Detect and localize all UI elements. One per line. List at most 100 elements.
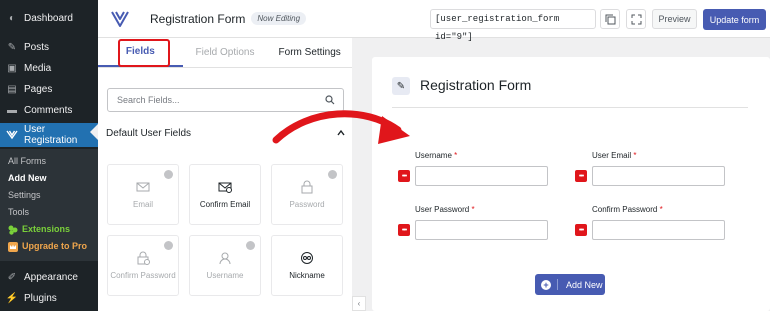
drag-handle-icon[interactable]: •••: [398, 224, 410, 236]
user-icon: [219, 252, 231, 265]
now-editing-badge: Now Editing: [251, 12, 307, 25]
plug-icon: ⚡: [5, 293, 19, 304]
button-separator: [557, 279, 558, 290]
extensions-icon: [8, 225, 18, 235]
sidebar-item-user-registration[interactable]: User Registration: [0, 123, 98, 147]
builder-topbar: Registration Form Now Editing [user_regi…: [98, 0, 770, 42]
wp-admin-sidebar: ◐ Dashboard ✎ Posts ▣ Media ▤ Pages ▬ Co…: [0, 0, 98, 311]
media-icon: ▣: [7, 63, 17, 74]
field-card-email[interactable]: Email: [107, 164, 179, 225]
field-card-label: Username: [206, 271, 244, 280]
sidebar-item-label: Posts: [24, 42, 50, 53]
fields-panel: Fields Field Options Form Settings Searc…: [98, 38, 352, 311]
page-icon: ▤: [7, 84, 17, 95]
submenu-settings[interactable]: Settings: [0, 187, 98, 204]
sidebar-item-label: Pages: [24, 84, 53, 95]
field-label: User Email *: [592, 151, 637, 160]
tab-form-settings[interactable]: Form Settings: [267, 38, 352, 67]
form-title: Registration Form: [150, 11, 246, 26]
lock-badge-icon: [164, 170, 173, 179]
dashboard-icon: ◐: [8, 13, 16, 24]
field-card-label: Password: [289, 200, 325, 209]
sidebar-item-label: User Registration: [24, 124, 78, 146]
lock-badge-icon: [246, 241, 255, 250]
lock-icon: [301, 180, 313, 194]
envelope-icon: [136, 182, 150, 192]
submenu-all-forms[interactable]: All Forms: [0, 153, 98, 170]
field-card-nickname[interactable]: Nickname: [271, 235, 343, 296]
submenu-tools[interactable]: Tools: [0, 204, 98, 221]
confirm-password-input[interactable]: [592, 220, 725, 240]
field-label: User Password *: [415, 205, 475, 214]
form-field-user-email[interactable]: User Email * •••: [575, 151, 725, 186]
form-field-confirm-password[interactable]: Confirm Password * •••: [575, 205, 725, 240]
field-label: Username *: [415, 151, 458, 160]
sidebar-item-appearance[interactable]: ✐ Appearance: [0, 267, 98, 288]
submenu-label: Extensions: [22, 224, 71, 234]
sidebar-item-label: Dashboard: [24, 13, 73, 24]
field-card-label: Email: [132, 200, 153, 209]
lock-check-icon: [137, 251, 150, 265]
sidebar-item-plugins[interactable]: ⚡ Plugins: [0, 288, 98, 309]
user-password-input[interactable]: [415, 220, 548, 240]
field-card-username[interactable]: Username: [189, 235, 261, 296]
field-card-confirm-email[interactable]: Confirm Email: [189, 164, 261, 225]
lock-badge-icon: [328, 170, 337, 179]
field-card-label: Confirm Password: [110, 271, 176, 280]
sidebar-item-media[interactable]: ▣ Media: [0, 58, 98, 79]
drag-handle-icon[interactable]: •••: [398, 170, 410, 182]
sidebar-item-comments[interactable]: ▬ Comments: [0, 100, 98, 121]
user-registration-icon: [6, 129, 18, 141]
fullscreen-button[interactable]: [626, 9, 646, 29]
sidebar-item-label: Media: [24, 63, 52, 74]
submenu-add-new[interactable]: Add New: [0, 170, 98, 187]
drag-handle-icon[interactable]: •••: [575, 224, 587, 236]
sidebar-item-label: Plugins: [24, 293, 57, 304]
tab-fields[interactable]: Fields: [98, 38, 183, 67]
lock-badge-icon: [164, 241, 173, 250]
user-email-input[interactable]: [592, 166, 725, 186]
shortcode-field[interactable]: [user_registration_form id="9"]: [430, 9, 596, 42]
form-field-user-password[interactable]: User Password * •••: [398, 205, 548, 240]
field-card-label: Confirm Email: [199, 200, 251, 209]
pencil-icon: ✎: [396, 80, 406, 92]
drag-handle-icon[interactable]: •••: [575, 170, 587, 182]
sidebar-item-posts[interactable]: ✎ Posts: [0, 37, 98, 58]
envelope-check-icon: [218, 182, 232, 193]
preview-button[interactable]: Preview: [652, 9, 697, 29]
user-registration-logo: [111, 11, 129, 27]
search-placeholder: Search Fields...: [117, 95, 180, 105]
form-field-username[interactable]: Username * •••: [398, 151, 548, 186]
section-title: Default User Fields: [106, 128, 192, 139]
copy-shortcode-button[interactable]: [600, 9, 620, 29]
divider: [392, 107, 748, 108]
comment-icon: ▬: [7, 105, 17, 116]
submenu-extensions[interactable]: Extensions: [0, 221, 98, 238]
field-card-password[interactable]: Password: [271, 164, 343, 225]
plus-icon: +: [541, 279, 551, 290]
sidebar-item-label: Appearance: [24, 272, 78, 283]
active-menu-notch: [90, 124, 98, 140]
field-card-confirm-password[interactable]: Confirm Password: [107, 235, 179, 296]
submenu-upgrade-to-pro[interactable]: Upgrade to Pro: [0, 238, 98, 255]
sidebar-item-dashboard[interactable]: ◐ Dashboard: [0, 8, 98, 29]
sidebar-item-label: Comments: [24, 105, 73, 116]
collapse-panel-button[interactable]: ‹: [352, 296, 366, 311]
username-input[interactable]: [415, 166, 548, 186]
sidebar-item-pages[interactable]: ▤ Pages: [0, 79, 98, 100]
update-form-button[interactable]: Update form: [703, 9, 766, 30]
add-new-row-button[interactable]: + Add New: [535, 274, 605, 295]
crown-icon: [8, 241, 18, 252]
chevron-left-icon: ‹: [357, 299, 361, 308]
pin-icon: ✎: [7, 42, 17, 53]
nickname-icon: [301, 252, 313, 264]
field-card-label: Nickname: [289, 271, 325, 280]
tab-field-options[interactable]: Field Options: [183, 38, 268, 67]
form-builder-canvas: ✎ Registration Form Username * ••• User …: [372, 57, 770, 311]
add-new-label: Add New: [566, 279, 603, 290]
red-annotation-arrow: [272, 110, 410, 144]
highlight-box: [118, 39, 170, 67]
submenu-label: Upgrade to Pro: [22, 241, 88, 251]
builder-form-title: Registration Form: [420, 77, 532, 93]
edit-title-button[interactable]: ✎: [392, 77, 410, 95]
